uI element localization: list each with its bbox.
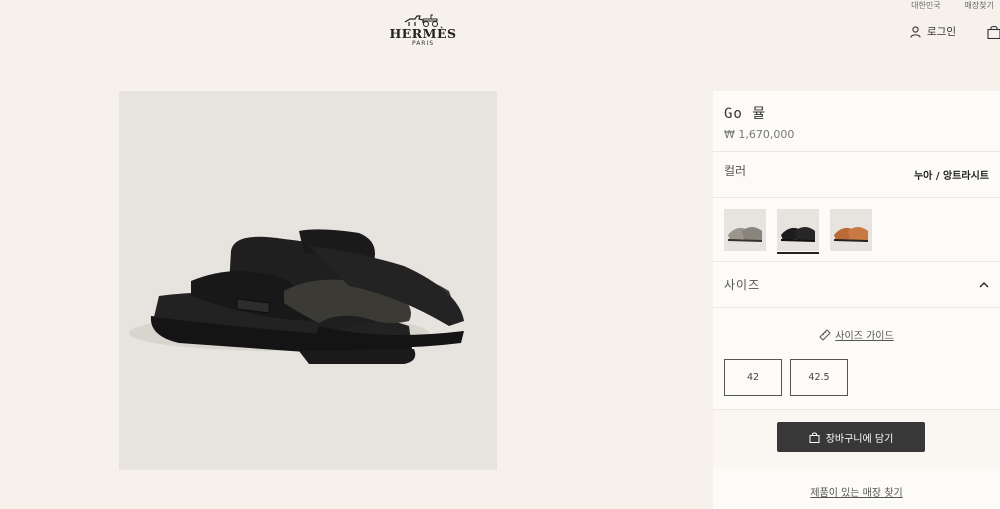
swatch-black[interactable] — [777, 209, 819, 254]
hermes-logo[interactable]: HERMÈS PARIS — [388, 12, 458, 47]
add-to-cart-button[interactable]: 장바구니에 담기 — [777, 422, 925, 452]
swatch-tan[interactable] — [830, 209, 872, 251]
size-guide-link[interactable]: 사이즈 가이드 — [819, 327, 894, 342]
add-to-cart-label: 장바구니에 담기 — [825, 433, 894, 445]
color-section: 컬러 누아 / 앙트라시트 — [713, 152, 1000, 198]
size-options: 42 42.5 — [713, 351, 1000, 406]
product-name: Go 뮬 — [724, 106, 767, 122]
logo-wordmark: HERMÈS — [389, 26, 457, 41]
cart-area: 장바구니에 담기 — [713, 409, 1000, 469]
product-title-section: Go 뮬 ₩ 1,670,000 — [713, 91, 1000, 152]
country-link[interactable]: 대한민국 — [911, 0, 940, 11]
size-guide-label: 사이즈 가이드 — [835, 331, 894, 342]
size-option-42[interactable]: 42 — [724, 359, 782, 396]
size-section-toggle[interactable]: 사이즈 — [713, 262, 1000, 308]
shopping-bag-icon[interactable] — [986, 25, 1000, 39]
swatch-grey[interactable] — [724, 209, 766, 251]
black-shearling-mule-image — [119, 91, 497, 470]
chevron-up-icon — [979, 281, 989, 288]
login-label: 로그인 — [927, 26, 956, 38]
logo-sub: PARIS — [411, 40, 435, 47]
product-info-panel: Go 뮬 ₩ 1,670,000 컬러 누아 / 앙트라시트 사이즈 사이즈 가… — [713, 91, 1000, 509]
top-links: 대한민국 매장찾기 — [911, 0, 994, 11]
size-label: 사이즈 — [724, 278, 761, 292]
login-button[interactable]: 로그인 — [910, 24, 956, 39]
color-label: 컬러 — [724, 164, 747, 178]
shopping-bag-icon — [809, 432, 820, 443]
user-icon — [910, 25, 921, 38]
size-guide-row: 사이즈 가이드 — [713, 308, 1000, 351]
product-image[interactable] — [119, 91, 497, 470]
store-finder-link[interactable]: 매장찾기 — [965, 0, 994, 11]
color-swatches — [713, 198, 1000, 262]
header-actions: 로그인 — [910, 24, 1000, 39]
color-value: 누아 / 앙트라시트 — [913, 171, 989, 182]
ruler-icon — [819, 328, 832, 341]
find-store-link[interactable]: 제품이 있는 매장 찾기 — [713, 484, 1000, 499]
product-price: ₩ 1,670,000 — [724, 128, 795, 141]
size-option-42-5[interactable]: 42.5 — [790, 359, 848, 396]
